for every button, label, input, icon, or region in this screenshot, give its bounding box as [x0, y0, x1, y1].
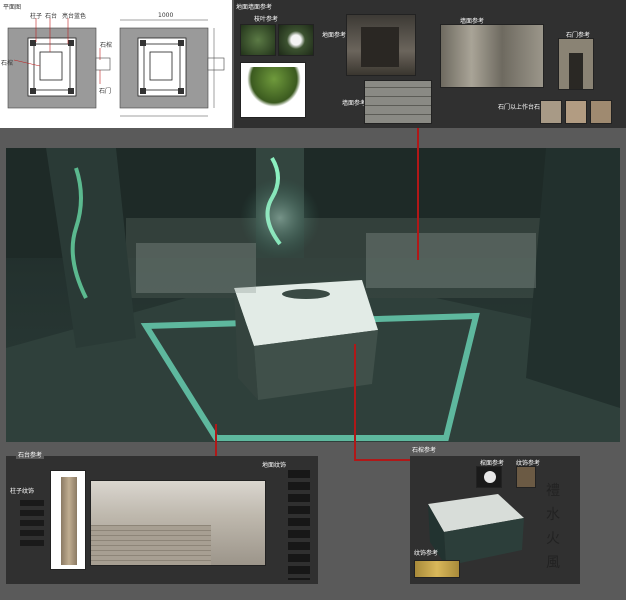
main-render: [6, 148, 620, 442]
ruined-wall-render: [440, 24, 544, 88]
glyph-shui: 水: [546, 507, 560, 523]
pillar-glyphs: [20, 500, 44, 550]
dimension-top: 1000: [158, 12, 174, 19]
wall-reference-title: 地面墙面参考: [236, 4, 273, 11]
flower-photo: [278, 24, 314, 56]
connector-wall-to-render: [417, 128, 419, 260]
door-variant-3: [590, 100, 612, 124]
floor-pattern-glyphs: [288, 470, 310, 580]
tomb-scene-illustration: [6, 148, 620, 442]
coffin-reference-panel: 石棺参考 棺面参考 纹饰参考 纹饰参考 禮 水 火 風: [410, 447, 580, 584]
label-glow-blue: 亮台蓝色: [62, 13, 87, 20]
connector-coffin-horizontal: [354, 459, 410, 461]
stone-wall-texture: [364, 80, 432, 124]
floor-plan-panel: 平面图 柱子 石台 亮台蓝色 石棺 石棺 石门 1000: [0, 0, 232, 128]
label-stone-slab: 石棺: [100, 42, 113, 49]
platform-reference-panel: 石台参考 柱子纹饰 地面纹饰: [6, 450, 318, 584]
temple-steps-render: [90, 480, 266, 566]
label-platform: 石台: [45, 13, 58, 20]
glyph-feng: 風: [546, 555, 560, 571]
connector-render-to-platform: [215, 424, 217, 458]
pillar-column-photo: [50, 470, 86, 570]
door-variant-2: [565, 100, 587, 124]
vine-reference-label: 枝叶参考: [254, 16, 279, 23]
pillar-pattern-label: 柱子纹饰: [10, 488, 35, 495]
stone-door-render: [558, 38, 594, 90]
label-coffin: 石棺: [1, 60, 14, 67]
coffin-reference-title: 石棺参考: [412, 447, 437, 454]
platform-reference-title: 石台参考: [16, 450, 45, 459]
glyph-huo: 火: [546, 531, 560, 547]
label-pillar: 柱子: [30, 13, 43, 20]
glyph-li: 禮: [546, 483, 560, 499]
vine-photo: [240, 24, 276, 56]
wall-reference-panel: 地面墙面参考 枝叶参考 地面参考 墙面参考 墙面参考 石门参考 石门以上作台石影…: [234, 0, 626, 128]
floor-pattern-label: 地面纹饰: [262, 462, 287, 469]
label-stone-door: 石门: [99, 88, 112, 95]
gold-texture-photo: [414, 560, 460, 578]
connector-coffin-vertical: [354, 344, 356, 460]
stone-wall-label: 墙面参考: [342, 100, 367, 107]
hanging-vines-photo: [240, 62, 306, 118]
floor-reference-label: 地面参考: [322, 32, 347, 39]
corridor-render: [346, 14, 416, 76]
door-variant-1: [540, 100, 562, 124]
texture-reference-label: 纹饰参考: [414, 550, 439, 557]
